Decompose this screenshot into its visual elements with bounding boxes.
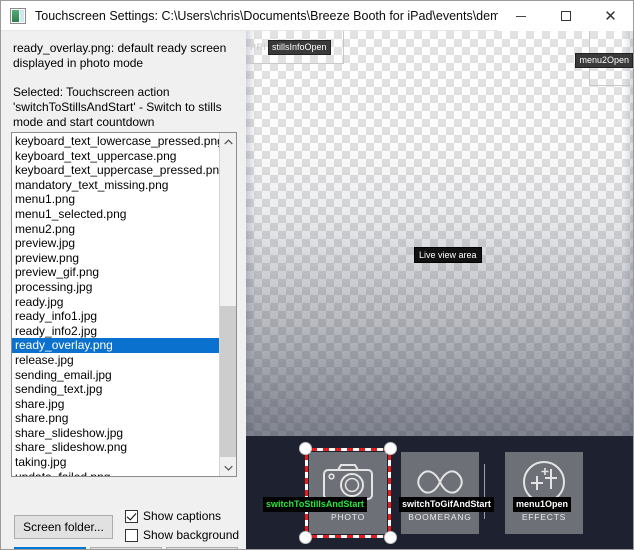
left-vignette — [246, 31, 256, 436]
tag-switch-to-stills-and-start: switchToStillsAndStart — [263, 497, 367, 512]
tile-effects-label: EFFECTS — [521, 512, 567, 522]
list-item[interactable]: menu1_selected.png — [12, 207, 220, 222]
list-item[interactable]: share_slideshow.jpg — [12, 426, 220, 441]
list-item[interactable]: menu1.png — [12, 192, 220, 207]
list-item[interactable]: sending_text.jpg — [12, 382, 220, 397]
faint-print-label: PRI — [250, 42, 267, 52]
list-item[interactable]: update_failed.png — [12, 470, 220, 476]
settings-panel: ready_overlay.png: default ready screen … — [2, 31, 245, 549]
checkbox-empty-icon — [125, 528, 138, 542]
show-background-checkbox[interactable]: Show background — [125, 528, 239, 542]
list-item[interactable]: share_slideshow.png — [12, 440, 220, 455]
tile-boomerang[interactable]: BOOMERANG — [401, 452, 479, 534]
tag-live-view-area: Live view area — [414, 247, 482, 263]
list-item[interactable]: ready_overlay.png — [12, 338, 219, 353]
maximize-button[interactable] — [543, 1, 588, 31]
list-item[interactable]: preview.jpg — [12, 236, 220, 251]
tile-effects[interactable]: EFFECTS — [505, 452, 583, 534]
file-description: ready_overlay.png: default ready screen … — [13, 41, 227, 70]
tag-switch-to-gif-and-start: switchToGifAndStart — [399, 497, 494, 512]
list-item[interactable]: processing.jpg — [12, 280, 220, 295]
close-button[interactable]: ✕ — [588, 1, 633, 31]
list-item[interactable]: ready_info2.jpg — [12, 324, 220, 339]
list-item[interactable]: keyboard_text_uppercase.png — [12, 149, 220, 164]
list-item[interactable]: release.jpg — [12, 353, 220, 368]
screen-folder-button[interactable]: Screen folder... — [14, 515, 113, 539]
title-bar: Touchscreen Settings: C:\Users\chris\Doc… — [1, 1, 633, 31]
list-item[interactable]: ready.jpg — [12, 295, 220, 310]
overlay-gradient — [246, 31, 633, 436]
list-item[interactable]: taking.jpg — [12, 455, 220, 470]
file-list[interactable]: keyboard_text_lowercase_pressed.png keybo… — [12, 133, 220, 476]
image-file-icon — [10, 7, 26, 24]
right-vignette — [624, 31, 633, 436]
list-item[interactable]: menu2.png — [12, 222, 220, 237]
minimize-button[interactable] — [498, 1, 543, 31]
screen-preview-canvas[interactable]: PRI stillsInfoOpen menu2Open Live view a… — [246, 31, 633, 549]
tile-boomerang-label: BOOMERANG — [408, 512, 472, 522]
tile-photo[interactable]: PHOTO — [309, 452, 387, 534]
list-item[interactable]: mandatory_text_missing.png — [12, 178, 220, 193]
chevron-up-icon[interactable] — [220, 133, 236, 150]
tag-menu1-open: menu1Open — [513, 497, 572, 512]
list-item[interactable]: preview.png — [12, 251, 220, 266]
file-list-scrollbar[interactable] — [219, 133, 236, 476]
tile-photo-label: PHOTO — [330, 512, 366, 522]
show-background-label: Show background — [143, 528, 240, 542]
mode-navbar: PHOTO BOOMERANG EFFECTS switchToStillsAn… — [246, 436, 633, 549]
list-item[interactable]: sending_email.jpg — [12, 368, 220, 383]
touchscreen-settings-window: Touchscreen Settings: C:\Users\chris\Doc… — [0, 0, 634, 550]
list-item[interactable]: share.png — [12, 411, 220, 426]
selected-action-info: Selected: Touchscreen action 'switchToSt… — [13, 85, 222, 129]
list-item[interactable]: share.jpg — [12, 397, 220, 412]
show-captions-checkbox[interactable]: Show captions — [125, 509, 221, 523]
scrollbar-thumb[interactable] — [220, 306, 236, 457]
window-title: Touchscreen Settings: C:\Users\chris\Doc… — [35, 8, 522, 23]
tag-menu2-open: menu2Open — [575, 53, 633, 68]
file-list-container: keyboard_text_lowercase_pressed.png keybo… — [11, 132, 237, 477]
chevron-down-icon[interactable] — [220, 459, 236, 476]
list-item[interactable]: ready_info1.jpg — [12, 309, 220, 324]
list-item[interactable]: keyboard_text_uppercase_pressed.png — [12, 163, 220, 178]
tag-stills-info-open: stillsInfoOpen — [268, 40, 331, 55]
checkbox-check-icon — [125, 509, 138, 523]
show-captions-label: Show captions — [143, 509, 222, 523]
list-item[interactable]: preview_gif.png — [12, 265, 220, 280]
window-controls: ✕ — [498, 1, 633, 31]
list-item[interactable]: keyboard_text_lowercase_pressed.png — [12, 134, 220, 149]
